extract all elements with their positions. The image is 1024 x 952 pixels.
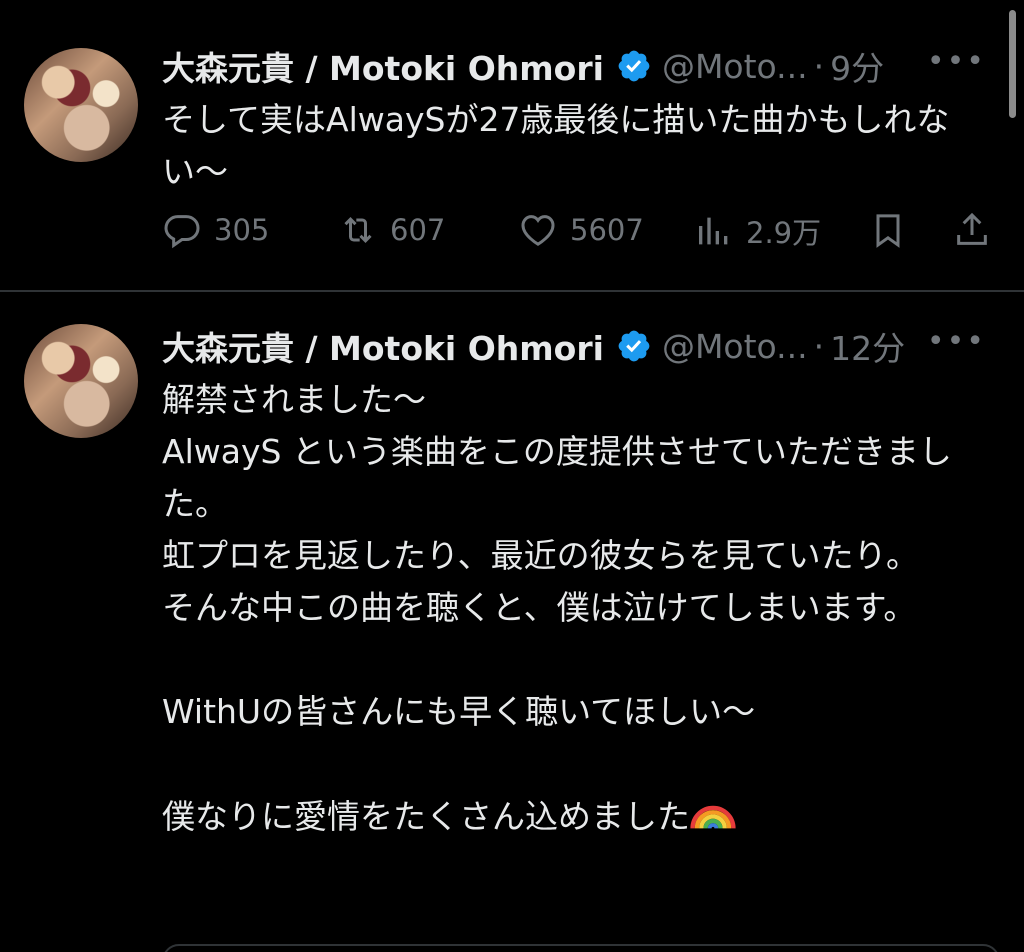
reply-icon [164,215,200,249]
heart-icon [521,215,555,246]
action-bar: 305 607 5607 2.9万 [162,210,1000,260]
tweet-text: そして実はAlwaySが27歳最後に描いた曲かもしれない〜 [162,100,950,191]
tweet-text-body: 解禁されました〜 AlwayS という楽曲をこの度提供させていただきました。 虹… [162,380,952,836]
tweet[interactable]: 大森元貴 / Motoki Ohmori @Moto... · 9分 ••• そ… [0,0,1024,292]
share-icon [957,212,987,245]
like-count: 5607 [570,213,644,247]
views-button[interactable]: 2.9万 [694,210,821,252]
reply-button[interactable]: 305 [162,210,269,250]
reply-count: 305 [214,213,270,247]
more-options-icon[interactable]: ••• [927,327,986,357]
retweet-icon [344,217,372,243]
bookmark-icon [876,214,900,248]
rainbow-emoji [690,805,736,829]
tweet[interactable]: 大森元貴 / Motoki Ohmori @Moto... · 12分 ••• … [0,292,1024,952]
timestamp[interactable]: 12分 [830,322,905,370]
handle[interactable]: @Moto... [662,47,808,86]
verified-badge-icon [618,330,650,362]
display-name[interactable]: 大森元貴 / Motoki Ohmori [162,322,604,370]
like-button[interactable]: 5607 [518,210,644,250]
separator: · [813,326,825,366]
bookmark-button[interactable] [868,210,920,250]
tweet-content: 大森元貴 / Motoki Ohmori @Moto... · 12分 ••• … [162,320,1000,843]
scrollbar[interactable] [1009,10,1016,118]
views-chart-icon [699,217,728,245]
handle[interactable]: @Moto... [662,327,808,366]
avatar[interactable] [24,324,138,438]
verified-badge-icon [618,50,650,82]
timestamp[interactable]: 9分 [830,42,884,90]
more-options-icon[interactable]: ••• [927,47,986,77]
timeline: 大森元貴 / Motoki Ohmori @Moto... · 9分 ••• そ… [0,0,1024,952]
tweet-text: 解禁されました〜 AlwayS という楽曲をこの度提供させていただきました。 虹… [162,374,1000,843]
avatar[interactable] [24,48,138,162]
quote-card-edge [162,944,1000,952]
retweet-count: 607 [390,213,446,247]
separator: · [813,46,825,86]
share-button[interactable] [952,210,1004,250]
tweet-header: 大森元貴 / Motoki Ohmori @Moto... · 9分 [162,40,1000,92]
display-name[interactable]: 大森元貴 / Motoki Ohmori [162,42,604,90]
tweet-content: 大森元貴 / Motoki Ohmori @Moto... · 9分 ••• そ… [162,40,1000,250]
views-count: 2.9万 [746,216,822,250]
retweet-button[interactable]: 607 [338,210,445,250]
tweet-header: 大森元貴 / Motoki Ohmori @Moto... · 12分 [162,320,1000,372]
